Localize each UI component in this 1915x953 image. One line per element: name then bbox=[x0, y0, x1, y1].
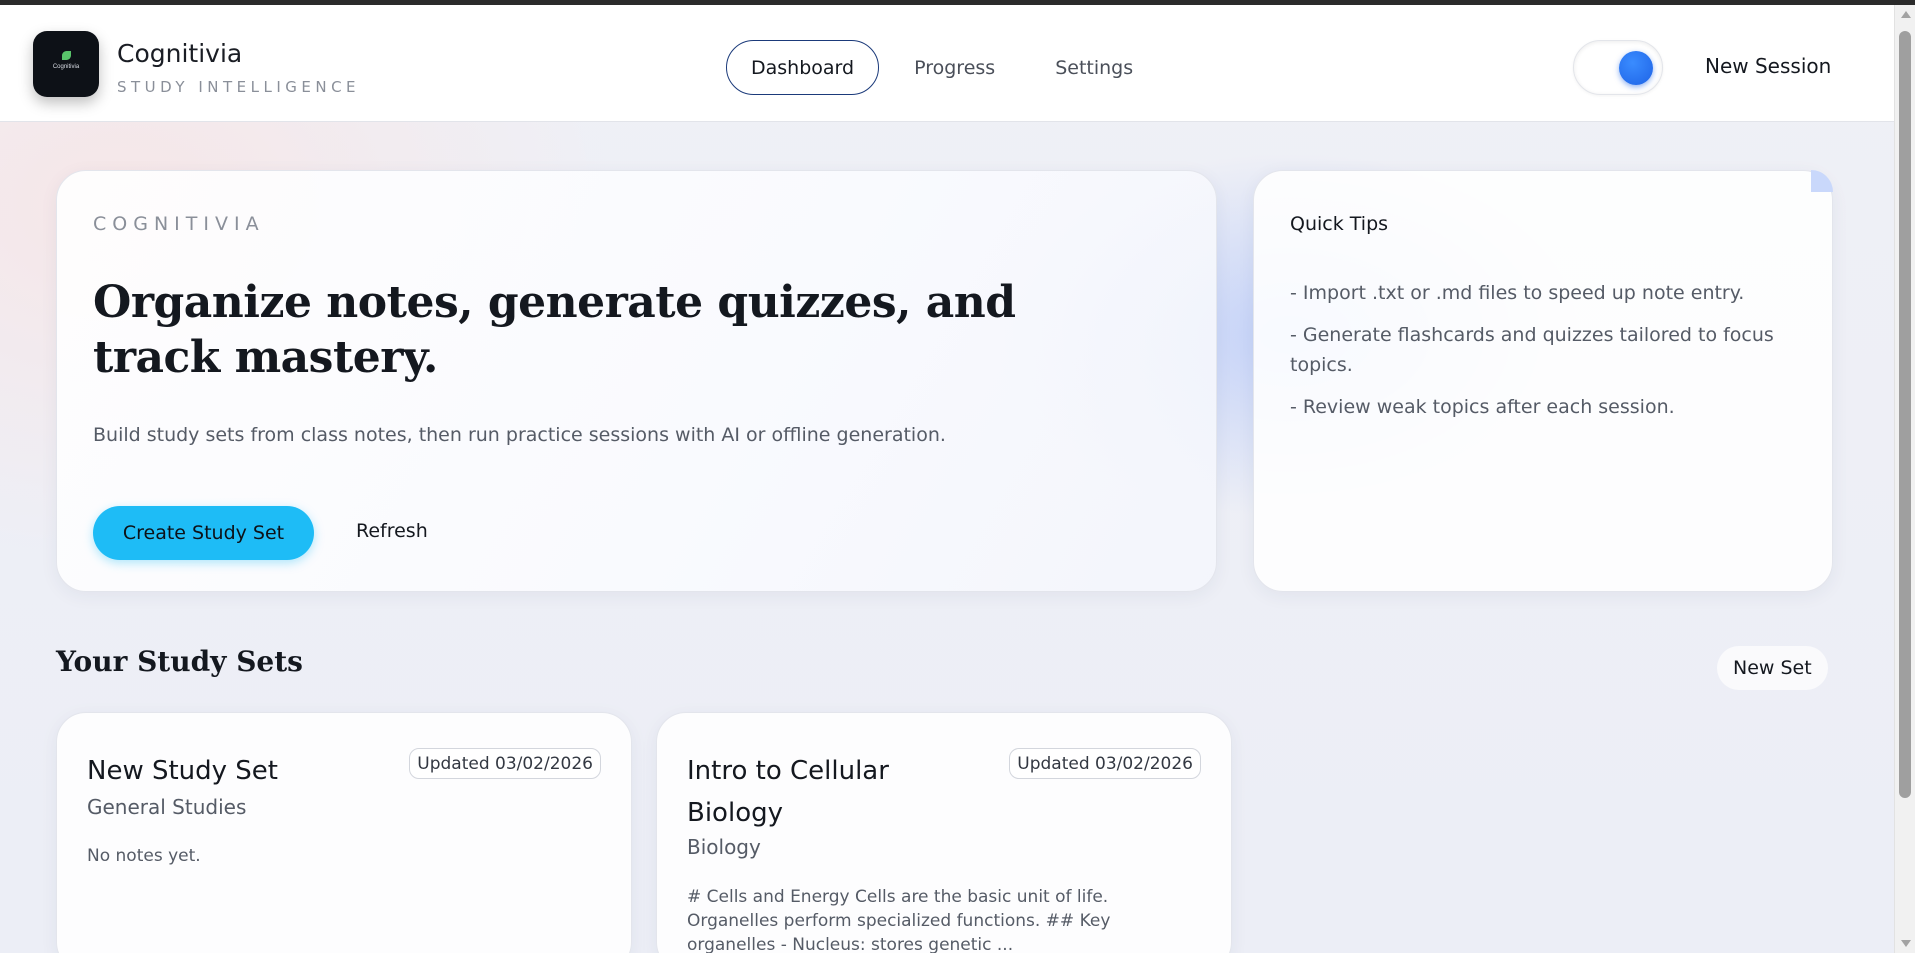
brand-title: Cognitivia bbox=[117, 39, 243, 68]
hero-description: Build study sets from class notes, then … bbox=[93, 424, 946, 446]
toggle-knob bbox=[1619, 51, 1653, 85]
tips-title: Quick Tips bbox=[1290, 213, 1389, 235]
create-study-set-button[interactable]: Create Study Set bbox=[93, 506, 314, 560]
updated-badge: Updated 03/02/2026 bbox=[409, 748, 601, 779]
study-set-title: Intro to Cellular Biology bbox=[687, 756, 889, 828]
theme-toggle[interactable] bbox=[1573, 40, 1663, 95]
nav-dashboard[interactable]: Dashboard bbox=[726, 40, 880, 95]
study-set-title: New Study Set bbox=[87, 756, 279, 786]
logo-text: Cognitivia bbox=[52, 64, 80, 70]
main-nav: Dashboard Progress Settings bbox=[726, 40, 1168, 95]
page-viewport: Cognitivia Cognitivia STUDY INTELLIGENCE… bbox=[0, 5, 1894, 953]
scroll-down-icon[interactable] bbox=[1901, 940, 1911, 947]
hero-card: COGNITIVIA Organize notes, generate quiz… bbox=[56, 170, 1217, 592]
tip-item: - Review weak topics after each session. bbox=[1290, 396, 1675, 418]
refresh-button[interactable]: Refresh bbox=[356, 520, 428, 542]
study-set-subject: General Studies bbox=[87, 795, 247, 819]
study-set-notes: No notes yet. bbox=[87, 846, 201, 866]
study-set-card[interactable]: New Study Set Updated 03/02/2026 General… bbox=[56, 712, 632, 953]
new-set-button[interactable]: New Set bbox=[1717, 646, 1828, 690]
updated-badge: Updated 03/02/2026 bbox=[1009, 748, 1201, 779]
study-set-subject: Biology bbox=[687, 835, 761, 859]
study-set-notes: # Cells and Energy Cells are the basic u… bbox=[687, 887, 1111, 953]
study-sets-heading: Your Study Sets bbox=[56, 645, 303, 678]
brand-subtitle: STUDY INTELLIGENCE bbox=[117, 78, 361, 96]
hero-title: Organize notes, generate quizzes, and tr… bbox=[93, 277, 1016, 383]
new-session-button[interactable]: New Session bbox=[1705, 54, 1831, 78]
hero-eyebrow: COGNITIVIA bbox=[93, 213, 265, 235]
scrollbar-thumb[interactable] bbox=[1899, 31, 1911, 798]
vertical-scrollbar[interactable] bbox=[1894, 5, 1915, 953]
nav-progress[interactable]: Progress bbox=[889, 40, 1020, 95]
tips-corner-accent bbox=[1811, 170, 1833, 192]
study-set-card[interactable]: Intro to Cellular Biology Updated 03/02/… bbox=[656, 712, 1232, 953]
app-header: Cognitivia Cognitivia STUDY INTELLIGENCE… bbox=[0, 5, 1894, 122]
tips-list: - Import .txt or .md files to speed up n… bbox=[1290, 278, 1790, 434]
nav-settings[interactable]: Settings bbox=[1030, 40, 1158, 95]
tip-item: - Generate flashcards and quizzes tailor… bbox=[1290, 324, 1774, 376]
quick-tips-card: Quick Tips - Import .txt or .md files to… bbox=[1253, 170, 1833, 592]
scroll-up-icon[interactable] bbox=[1901, 11, 1911, 18]
app-logo[interactable]: Cognitivia bbox=[33, 31, 99, 97]
tip-item: - Import .txt or .md files to speed up n… bbox=[1290, 282, 1745, 304]
leaf-icon bbox=[62, 51, 71, 60]
